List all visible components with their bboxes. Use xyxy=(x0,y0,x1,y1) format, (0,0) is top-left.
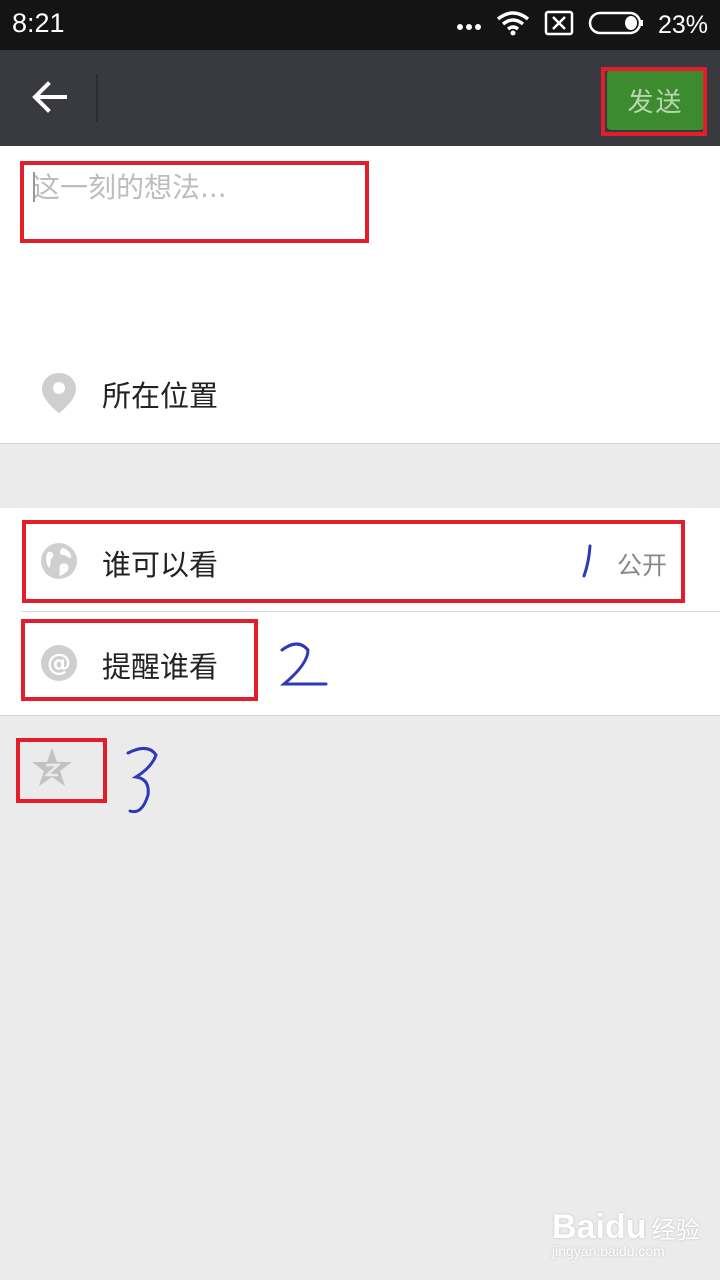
annotation-number-3 xyxy=(118,745,164,823)
arrow-left-icon xyxy=(31,81,67,117)
at-sign-icon: @ xyxy=(40,644,78,686)
watermark-brand: Baidu xyxy=(552,1208,647,1246)
visibility-value: 公开 xyxy=(617,551,668,580)
status-icons: 23% xyxy=(456,8,708,42)
sim-disabled-icon xyxy=(544,10,574,40)
annotation-number-2 xyxy=(278,640,332,694)
battery-icon xyxy=(588,10,644,40)
location-row[interactable]: 所在位置 xyxy=(0,355,720,430)
globe-icon xyxy=(40,542,78,584)
more-dots-icon xyxy=(456,16,482,35)
visibility-label: 谁可以看 xyxy=(102,548,219,582)
qzone-share-button[interactable] xyxy=(30,746,74,790)
battery-percent: 23% xyxy=(657,10,708,39)
watermark-brand-cn: 经验 xyxy=(651,1216,700,1244)
baidu-watermark: Baidu 经验 jingyan.baidu.com xyxy=(552,1208,700,1259)
status-bar: 8:21 23% xyxy=(0,0,720,50)
annotation-number-1 xyxy=(578,542,598,586)
watermark-url: jingyan.baidu.com xyxy=(552,1243,665,1259)
toolbar-divider xyxy=(96,74,98,122)
divider xyxy=(22,611,720,612)
qzone-star-icon xyxy=(30,748,74,794)
back-button[interactable] xyxy=(22,72,76,126)
visibility-row[interactable]: 谁可以看 公开 xyxy=(0,522,720,602)
status-time: 8:21 xyxy=(12,8,65,38)
divider xyxy=(0,715,720,716)
thought-input[interactable] xyxy=(32,165,352,209)
location-label: 所在位置 xyxy=(102,379,219,413)
svg-text:@: @ xyxy=(47,649,71,677)
text-cursor xyxy=(33,172,35,202)
send-button[interactable]: 发送 xyxy=(607,70,704,130)
divider xyxy=(0,443,720,444)
mention-label: 提醒谁看 xyxy=(102,650,219,684)
wifi-icon xyxy=(496,10,530,40)
mention-row[interactable]: @ 提醒谁看 xyxy=(0,622,720,704)
location-pin-icon xyxy=(40,371,78,419)
send-button-label: 发送 xyxy=(627,87,684,118)
